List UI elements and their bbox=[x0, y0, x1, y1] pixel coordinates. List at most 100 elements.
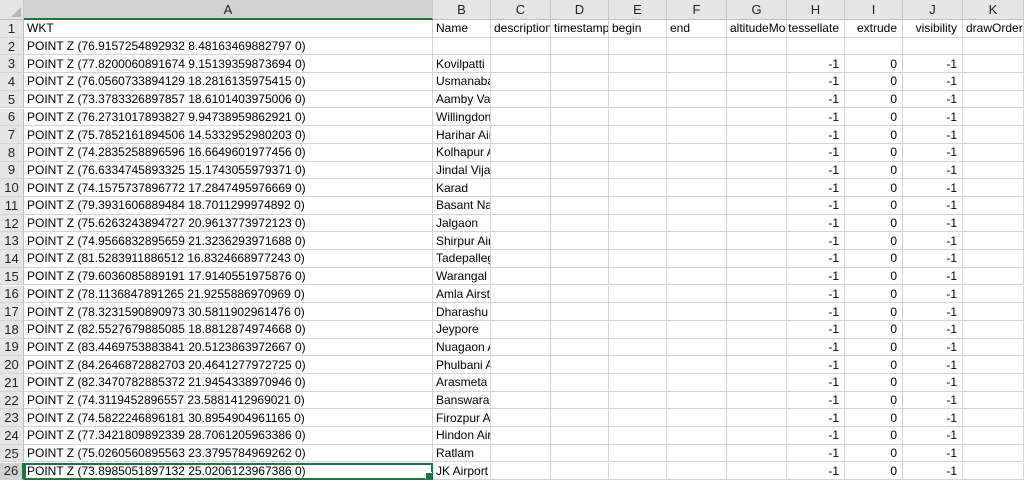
cell-d26[interactable] bbox=[551, 462, 609, 481]
column-header-k[interactable]: K bbox=[963, 0, 1024, 20]
cell-f5[interactable] bbox=[667, 90, 727, 109]
cell-j19[interactable]: -1 bbox=[903, 338, 963, 357]
cell-g7[interactable] bbox=[727, 126, 787, 144]
cell-c6[interactable] bbox=[491, 108, 551, 127]
cell-b18[interactable]: Jeypore bbox=[433, 320, 491, 339]
cell-i16[interactable]: 0 bbox=[845, 285, 903, 304]
cell-g21[interactable] bbox=[727, 374, 787, 392]
cell-f6[interactable] bbox=[667, 108, 727, 127]
cell-f7[interactable] bbox=[667, 126, 727, 144]
cell-a7[interactable]: POINT Z (75.7852161894506 14.53329529802… bbox=[24, 126, 433, 144]
cell-f17[interactable] bbox=[667, 303, 727, 321]
cell-b7[interactable]: Harihar Airstrip bbox=[433, 126, 491, 144]
cell-e3[interactable] bbox=[609, 55, 667, 74]
cell-e11[interactable] bbox=[609, 197, 667, 215]
column-header-h[interactable]: H bbox=[787, 0, 845, 20]
cell-c18[interactable] bbox=[491, 320, 551, 339]
cell-i2[interactable] bbox=[845, 37, 903, 56]
cell-b25[interactable]: Ratlam bbox=[433, 444, 491, 463]
cell-c24[interactable] bbox=[491, 427, 551, 445]
cell-e8[interactable] bbox=[609, 143, 667, 162]
row-number[interactable]: 19 bbox=[0, 338, 24, 357]
cell-a19[interactable]: POINT Z (83.4469753883841 20.51238639726… bbox=[24, 338, 433, 357]
cell-h12[interactable]: -1 bbox=[787, 214, 845, 233]
cell-e21[interactable] bbox=[609, 374, 667, 392]
cell-e25[interactable] bbox=[609, 444, 667, 463]
cell-g5[interactable] bbox=[727, 90, 787, 109]
cell-c4[interactable] bbox=[491, 73, 551, 91]
cell-f15[interactable] bbox=[667, 267, 727, 286]
cell-d17[interactable] bbox=[551, 303, 609, 321]
cell-d8[interactable] bbox=[551, 143, 609, 162]
cell-b11[interactable]: Basant Nagar Airstrip bbox=[433, 197, 491, 215]
cell-f24[interactable] bbox=[667, 427, 727, 445]
cell-b24[interactable]: Hindon Airport bbox=[433, 427, 491, 445]
cell-g10[interactable] bbox=[727, 179, 787, 197]
column-header-f[interactable]: F bbox=[667, 0, 727, 20]
row-number[interactable]: 14 bbox=[0, 250, 24, 268]
cell-k16[interactable] bbox=[963, 285, 1024, 304]
cell-g2[interactable] bbox=[727, 37, 787, 56]
cell-k8[interactable] bbox=[963, 143, 1024, 162]
cell-k21[interactable] bbox=[963, 374, 1024, 392]
cell-a23[interactable]: POINT Z (74.5822246896181 30.89549049611… bbox=[24, 409, 433, 428]
cell-k23[interactable] bbox=[963, 409, 1024, 428]
cell-f2[interactable] bbox=[667, 37, 727, 56]
cell-a12[interactable]: POINT Z (75.6263243894727 20.96137739721… bbox=[24, 214, 433, 233]
cell-e17[interactable] bbox=[609, 303, 667, 321]
cell-b12[interactable]: Jalgaon bbox=[433, 214, 491, 233]
cell-g15[interactable] bbox=[727, 267, 787, 286]
cell-e9[interactable] bbox=[609, 161, 667, 180]
cell-d14[interactable] bbox=[551, 250, 609, 268]
cell-g13[interactable] bbox=[727, 232, 787, 251]
cell-i11[interactable]: 0 bbox=[845, 197, 903, 215]
cell-e19[interactable] bbox=[609, 338, 667, 357]
cell-h13[interactable]: -1 bbox=[787, 232, 845, 251]
cell-j15[interactable]: -1 bbox=[903, 267, 963, 286]
cell-k3[interactable] bbox=[963, 55, 1024, 74]
cell-b22[interactable]: Banswara Airstrip bbox=[433, 391, 491, 410]
select-all-button[interactable] bbox=[0, 0, 24, 20]
cell-c13[interactable] bbox=[491, 232, 551, 251]
cell-c23[interactable] bbox=[491, 409, 551, 428]
cell-k24[interactable] bbox=[963, 427, 1024, 445]
cell-d1[interactable]: timestamp bbox=[551, 20, 609, 38]
cell-j10[interactable]: -1 bbox=[903, 179, 963, 197]
cell-b20[interactable]: Phulbani Airstrip bbox=[433, 356, 491, 374]
row-number[interactable]: 6 bbox=[0, 108, 24, 127]
cell-e26[interactable] bbox=[609, 462, 667, 481]
cell-d24[interactable] bbox=[551, 427, 609, 445]
cell-d16[interactable] bbox=[551, 285, 609, 304]
cell-c15[interactable] bbox=[491, 267, 551, 286]
row-number[interactable]: 9 bbox=[0, 161, 24, 180]
cell-d15[interactable] bbox=[551, 267, 609, 286]
cell-h16[interactable]: -1 bbox=[787, 285, 845, 304]
cell-h14[interactable]: -1 bbox=[787, 250, 845, 268]
cell-g6[interactable] bbox=[727, 108, 787, 127]
cell-h17[interactable]: -1 bbox=[787, 303, 845, 321]
row-number[interactable]: 26 bbox=[0, 462, 24, 481]
cell-k13[interactable] bbox=[963, 232, 1024, 251]
cell-j12[interactable]: -1 bbox=[903, 214, 963, 233]
cell-j6[interactable]: -1 bbox=[903, 108, 963, 127]
fill-handle[interactable] bbox=[425, 472, 432, 480]
row-number[interactable]: 10 bbox=[0, 179, 24, 197]
cell-d18[interactable] bbox=[551, 320, 609, 339]
cell-c14[interactable] bbox=[491, 250, 551, 268]
cell-g12[interactable] bbox=[727, 214, 787, 233]
cell-b8[interactable]: Kolhapur Airport bbox=[433, 143, 491, 162]
row-number[interactable]: 7 bbox=[0, 126, 24, 144]
cell-j17[interactable]: -1 bbox=[903, 303, 963, 321]
cell-i23[interactable]: 0 bbox=[845, 409, 903, 428]
cell-g16[interactable] bbox=[727, 285, 787, 304]
cell-e10[interactable] bbox=[609, 179, 667, 197]
cell-e12[interactable] bbox=[609, 214, 667, 233]
cell-j7[interactable]: -1 bbox=[903, 126, 963, 144]
cell-g9[interactable] bbox=[727, 161, 787, 180]
cell-k14[interactable] bbox=[963, 250, 1024, 268]
cell-f4[interactable] bbox=[667, 73, 727, 91]
cell-a20[interactable]: POINT Z (84.2646872882703 20.46412779727… bbox=[24, 356, 433, 374]
cell-h23[interactable]: -1 bbox=[787, 409, 845, 428]
cell-f13[interactable] bbox=[667, 232, 727, 251]
cell-h25[interactable]: -1 bbox=[787, 444, 845, 463]
